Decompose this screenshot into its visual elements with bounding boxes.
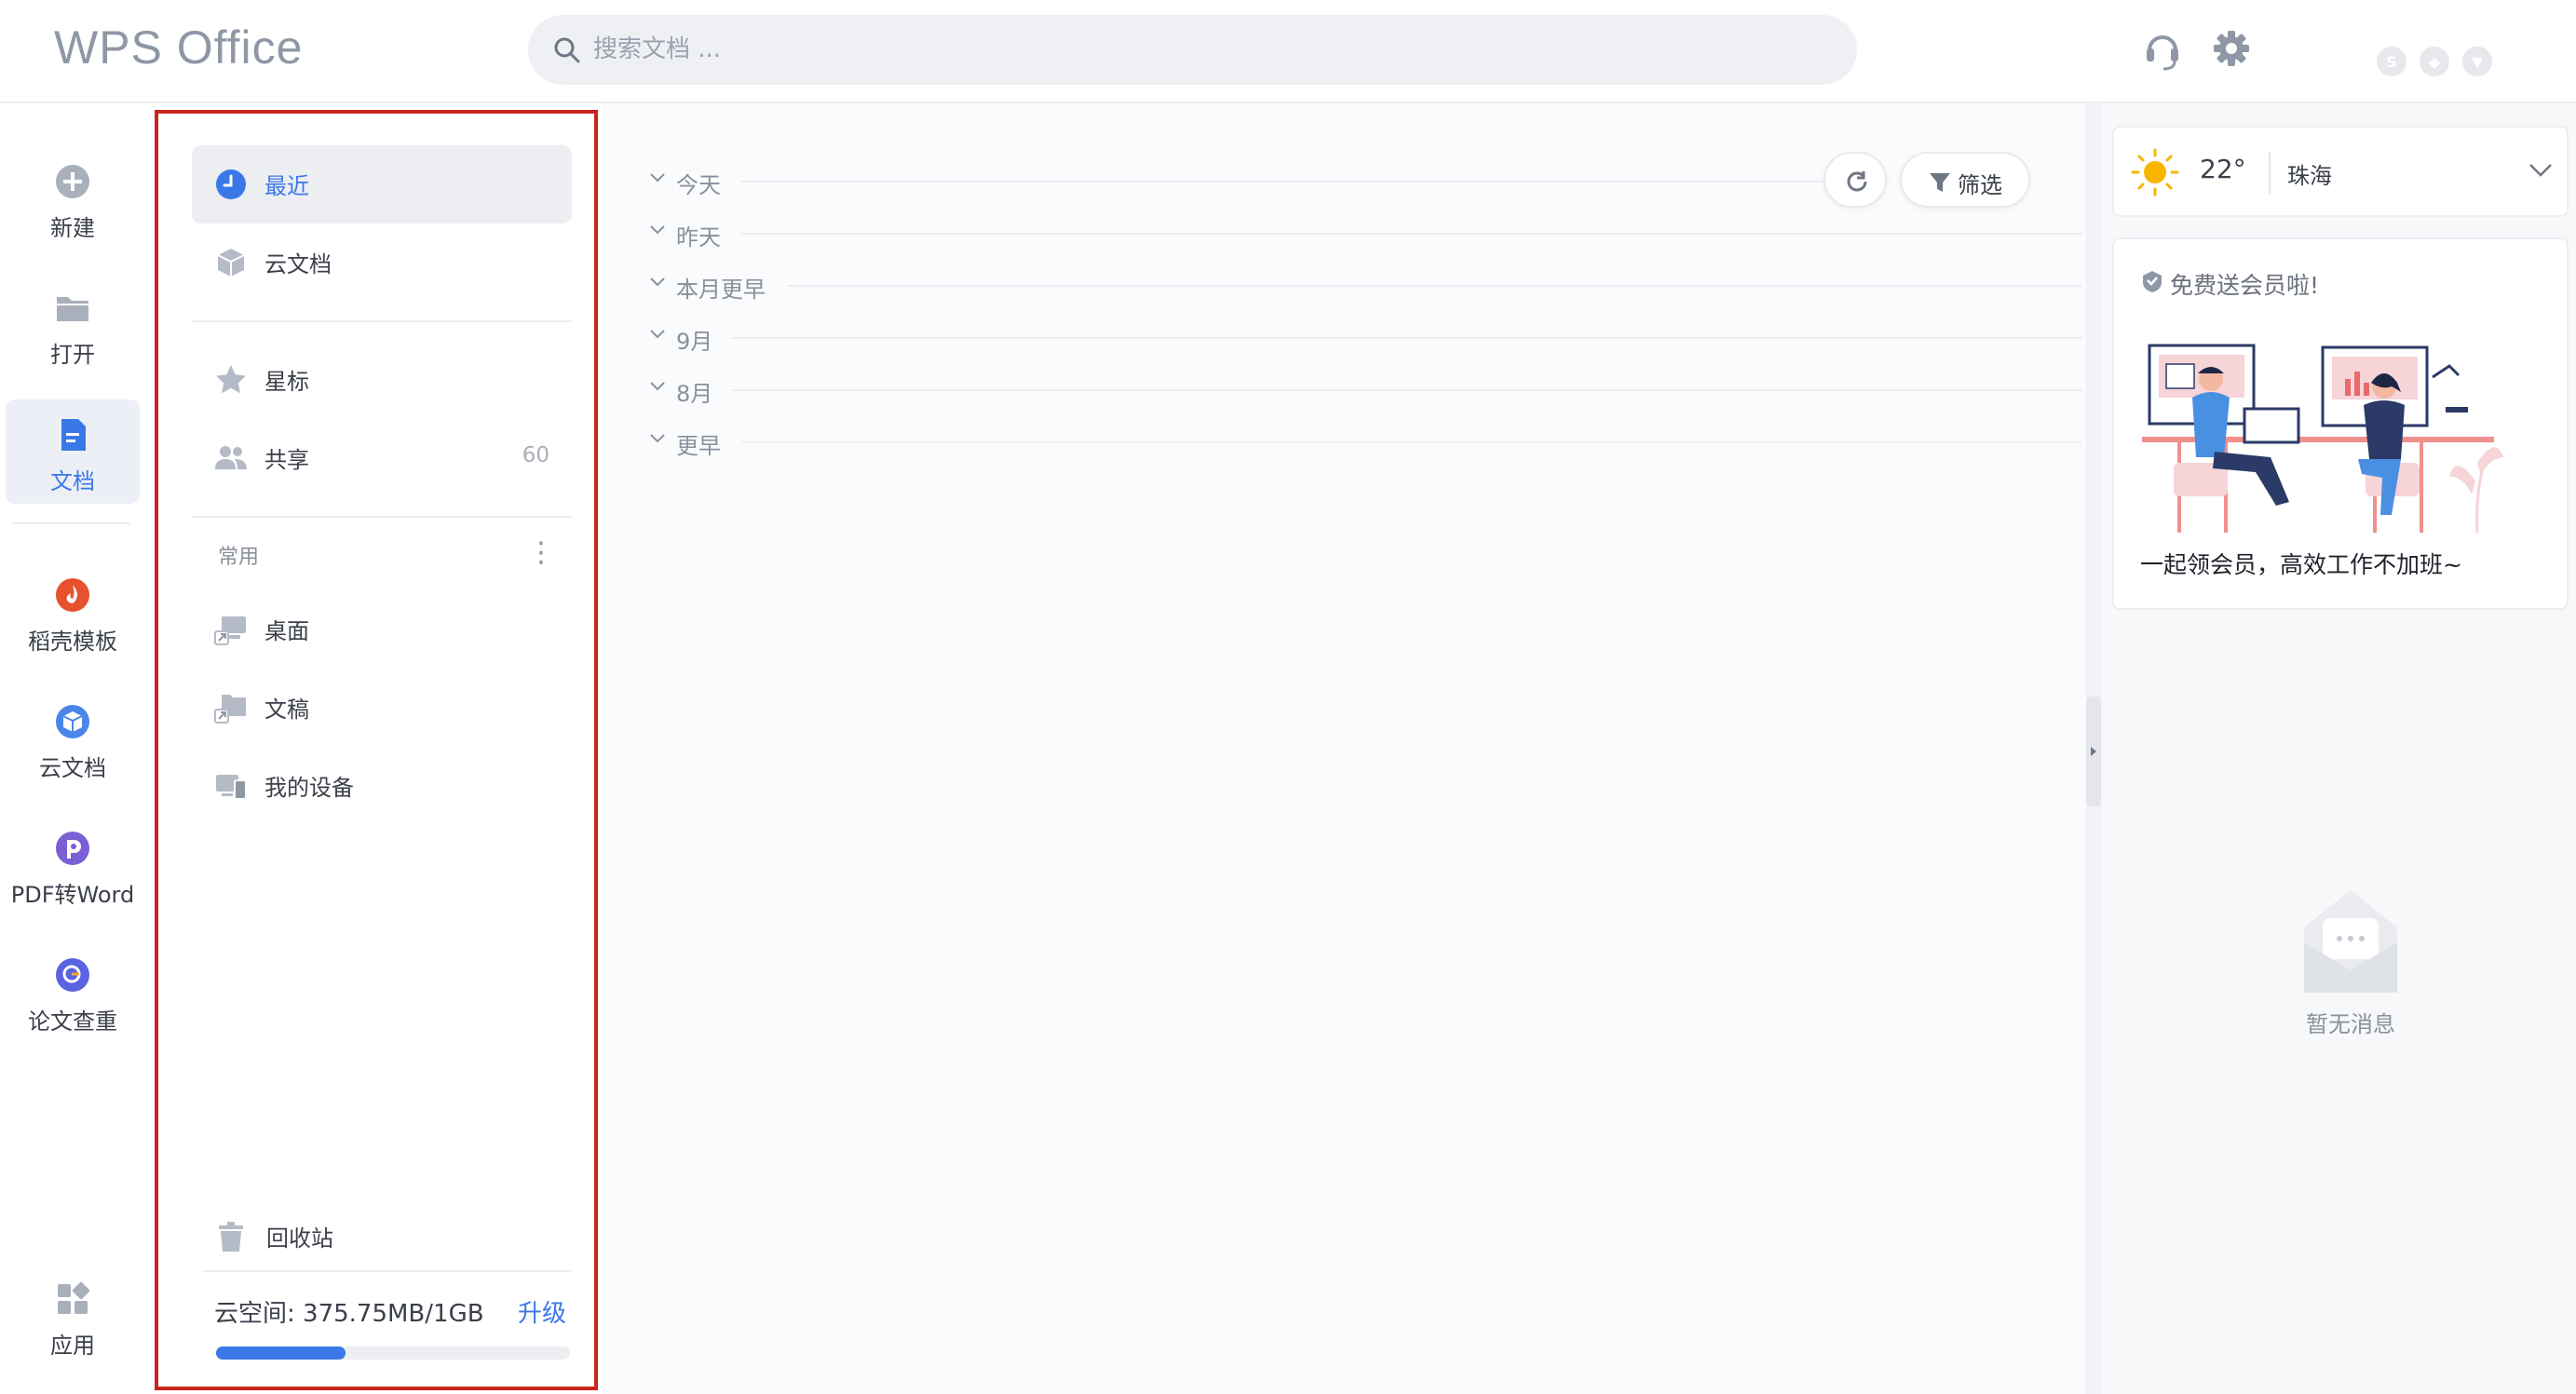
- upgrade-link[interactable]: 升级: [518, 1294, 566, 1329]
- refresh-button[interactable]: [1824, 152, 1887, 208]
- devices-icon: [216, 775, 247, 800]
- nav-divider: [203, 1270, 572, 1272]
- apps-grid-icon: [58, 1281, 90, 1314]
- group-divider: [741, 233, 2082, 235]
- folder-icon: [57, 297, 88, 321]
- star-icon: [216, 365, 246, 394]
- search-input[interactable]: [593, 28, 1804, 71]
- weather-widget[interactable]: 22° 珠海: [2112, 126, 2569, 217]
- nav-divider: [192, 516, 572, 518]
- empty-mail-icon: [2304, 890, 2397, 993]
- shared-count: 60: [522, 443, 549, 467]
- search-box[interactable]: [528, 15, 1857, 85]
- clock-icon: [216, 169, 246, 199]
- rail-divider: [13, 522, 130, 524]
- nav-item-starred[interactable]: 星标: [192, 341, 572, 419]
- nav-item-my-devices[interactable]: 我的设备: [192, 747, 572, 825]
- badge-gem-icon: ◆: [2420, 47, 2449, 76]
- rail-apps[interactable]: 应用: [6, 1264, 140, 1368]
- trash-icon: [219, 1222, 243, 1252]
- rail-new[interactable]: 新建: [6, 146, 140, 250]
- file-list-area: 今天 昨天 本月更早 9月 8月 更早 筛选: [602, 103, 2086, 1394]
- more-options-icon[interactable]: ⋮: [527, 539, 555, 567]
- nav-item-shared[interactable]: 共享 60: [192, 419, 572, 497]
- city-name: 珠海: [2287, 163, 2332, 189]
- thesis-check-icon: [56, 958, 89, 992]
- group-divider: [741, 181, 1844, 183]
- chevron-down-icon: [650, 225, 665, 235]
- funnel-icon: [1930, 173, 1950, 192]
- filter-button[interactable]: 筛选: [1900, 152, 2030, 208]
- document-icon: [61, 419, 86, 451]
- group-september[interactable]: 9月: [648, 319, 2082, 357]
- nav-item-trash[interactable]: 回收站: [192, 1198, 572, 1276]
- group-divider: [788, 285, 2082, 287]
- rail-templates[interactable]: 稻壳模板: [6, 560, 140, 664]
- vip-shield-icon: [2143, 271, 2162, 292]
- temperature: 22°: [2200, 154, 2246, 184]
- headset-icon[interactable]: [2144, 28, 2181, 73]
- right-panel: 22° 珠海 免费送会员啦! 一起领会员，高效工作不加班~: [2101, 103, 2576, 1394]
- left-rail: 新建 打开 文档 稻壳模板 云文档 PDF转Word 论文查重 应用: [0, 103, 149, 1394]
- badge-s-icon: S: [2377, 47, 2407, 76]
- group-divider: [741, 441, 2082, 443]
- rail-cloud-docs[interactable]: 云文档: [6, 686, 140, 791]
- group-older[interactable]: 更早: [648, 424, 2082, 461]
- promo-caption: 一起领会员，高效工作不加班~: [2140, 551, 2462, 578]
- desktop-shortcut-icon: [214, 616, 246, 645]
- plus-circle-icon: [56, 165, 89, 198]
- chevron-down-icon: [650, 330, 665, 339]
- nav-divider: [192, 320, 572, 322]
- caret-right-icon: [2091, 747, 2096, 756]
- top-bar: WPS Office S ◆ ▼: [0, 0, 2576, 103]
- rail-plagiarism-check[interactable]: 论文查重: [6, 940, 140, 1044]
- rail-open[interactable]: 打开: [6, 273, 140, 377]
- group-divider: [732, 337, 2082, 339]
- promo-header: 免费送会员啦!: [2170, 272, 2320, 299]
- nav-item-documents-folder[interactable]: 文稿: [192, 669, 572, 747]
- docer-flame-icon: [56, 578, 89, 612]
- group-august[interactable]: 8月: [648, 372, 2082, 409]
- badge-shield-icon: ▼: [2462, 47, 2492, 76]
- folder-shortcut-icon: [214, 695, 246, 724]
- nav-item-cloud-docs[interactable]: 云文档: [192, 223, 572, 302]
- collapse-panel-handle[interactable]: [2086, 697, 2101, 806]
- chevron-down-icon: [650, 277, 665, 287]
- search-icon: [554, 37, 580, 63]
- empty-messages-text: 暂无消息: [2306, 1011, 2395, 1037]
- cloud-cube-icon: [56, 705, 89, 738]
- rail-pdf-to-word[interactable]: PDF转Word: [6, 813, 140, 917]
- gear-icon[interactable]: [2213, 28, 2250, 69]
- chevron-down-icon: [650, 382, 665, 391]
- member-badges[interactable]: S ◆ ▼: [2377, 47, 2492, 76]
- app-logo: WPS Office: [54, 21, 304, 74]
- nav-item-recent[interactable]: 最近: [192, 145, 572, 223]
- cube-icon: [217, 249, 245, 277]
- people-icon: [215, 446, 247, 469]
- rail-documents[interactable]: 文档: [6, 399, 140, 504]
- nav-item-desktop[interactable]: 桌面: [192, 590, 572, 669]
- sun-icon: [2131, 148, 2179, 196]
- group-yesterday[interactable]: 昨天: [648, 215, 2082, 252]
- storage-progress-bar: [216, 1347, 570, 1360]
- group-earlier-this-month[interactable]: 本月更早: [648, 267, 2082, 305]
- chevron-down-icon[interactable]: [2528, 161, 2554, 180]
- refresh-icon: [1847, 171, 1867, 192]
- chevron-down-icon: [650, 434, 665, 443]
- promo-card[interactable]: 免费送会员啦! 一起领会员，高效工作不加班~: [2112, 237, 2569, 610]
- chevron-down-icon: [650, 173, 665, 183]
- office-workers-illustration: [2142, 344, 2503, 534]
- nav-panel: 最近 云文档 星标 共享 60 常用 ⋮ 桌面 文稿 我的设备 回收站 云空间:…: [155, 110, 598, 1390]
- section-label-common: 常用: [218, 546, 260, 569]
- group-divider: [732, 389, 2082, 391]
- storage-progress-fill: [216, 1347, 346, 1360]
- weather-divider: [2269, 152, 2271, 195]
- cloud-storage-text: 云空间: 375.75MB/1GB: [214, 1300, 484, 1328]
- pdf-convert-icon: [56, 832, 89, 865]
